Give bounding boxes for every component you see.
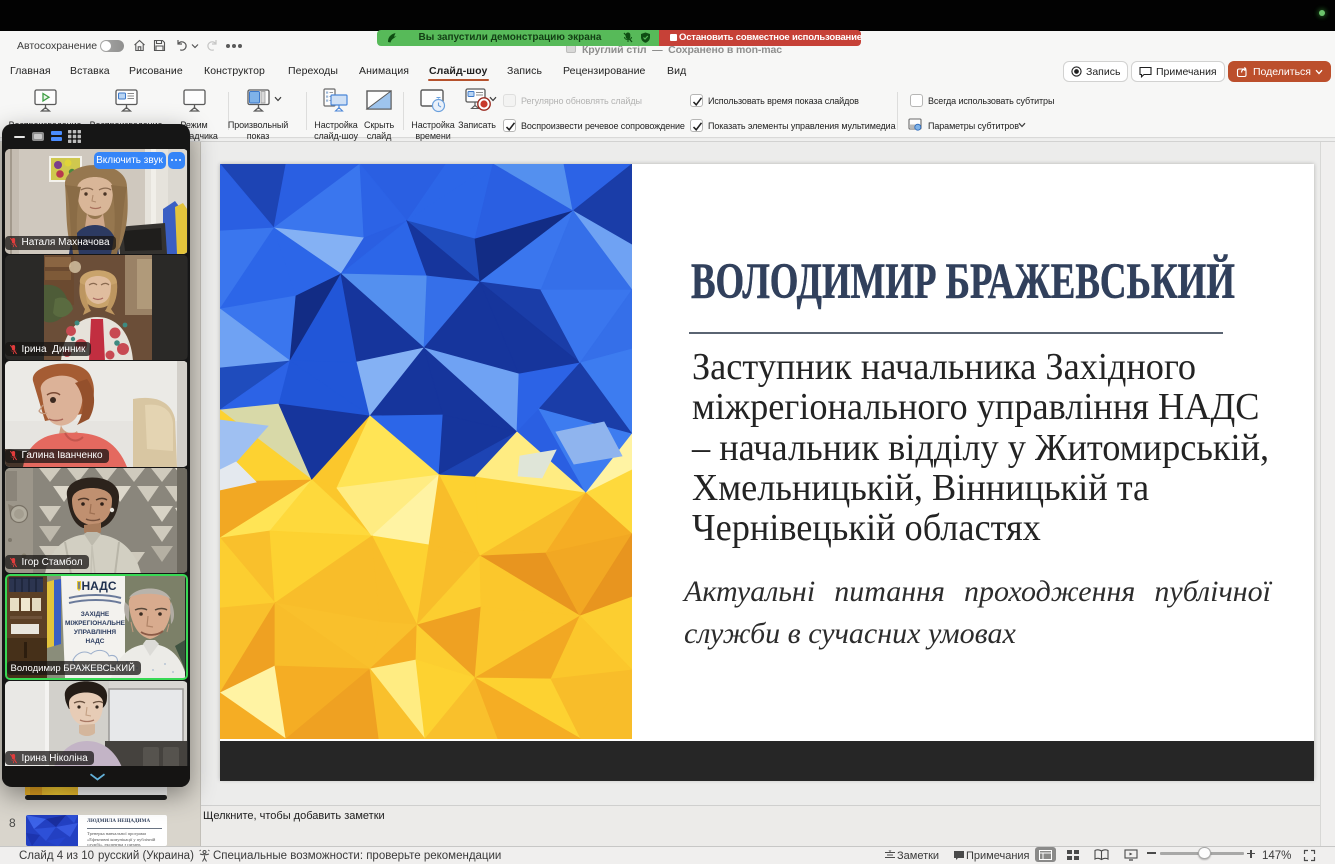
svg-text:НАДС: НАДС [81,579,116,593]
svg-text:УПРАВЛІННЯ: УПРАВЛІННЯ [73,629,115,636]
svg-text:МІЖРЕГІОНАЛЬНЕ: МІЖРЕГІОНАЛЬНЕ [64,620,125,627]
svg-text:НАДС: НАДС [85,638,104,645]
svg-text:ЗАХІДНЕ: ЗАХІДНЕ [80,611,109,618]
